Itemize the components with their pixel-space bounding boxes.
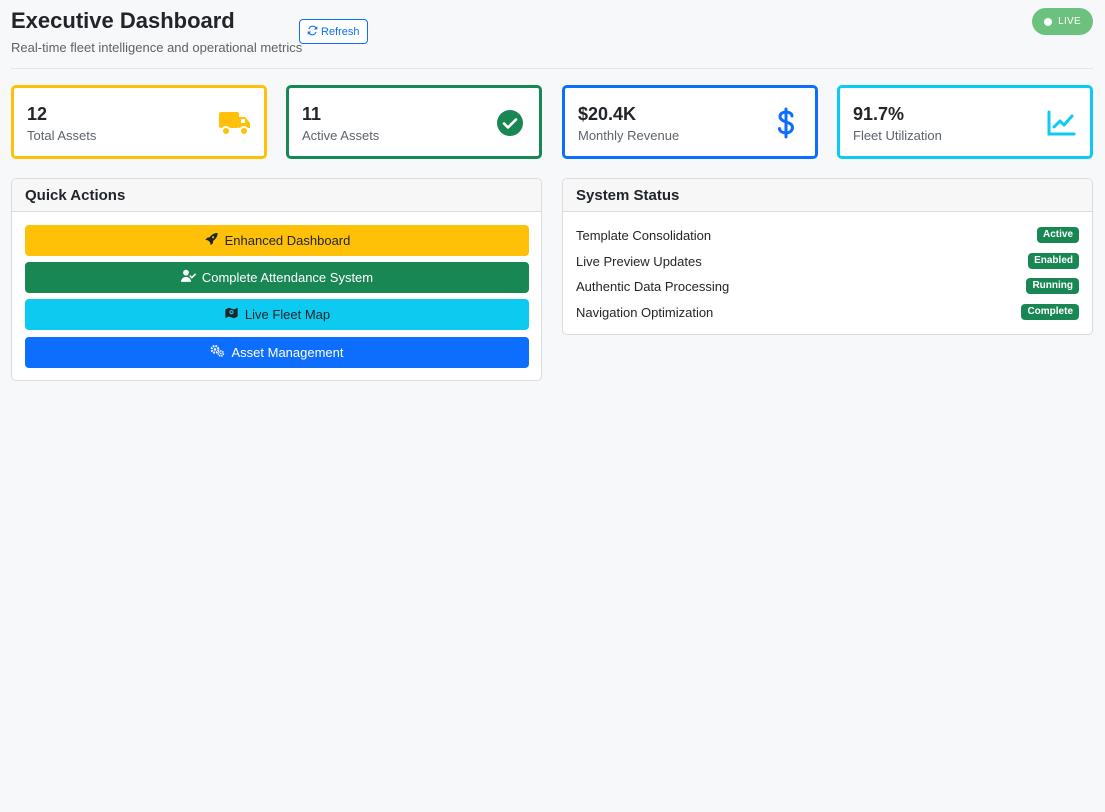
status-label: Authentic Data Processing: [576, 278, 730, 294]
page-title: Executive Dashboard: [11, 8, 235, 33]
status-label: Template Consolidation: [576, 227, 712, 243]
stat-value: $20.4K: [578, 104, 637, 124]
truck-icon: [218, 106, 252, 140]
status-row: Live Preview Updates Enabled: [576, 251, 1079, 271]
page-header: Executive Dashboard Real-time fleet inte…: [11, 8, 1093, 69]
system-status-panel: System Status Template Consolidation Act…: [562, 178, 1093, 335]
stat-card-fleet-utilization: 91.7% Fleet Utilization: [837, 85, 1093, 159]
status-row: Template Consolidation Active: [576, 225, 1079, 245]
user-check-icon: [180, 269, 196, 286]
live-status-badge: LIVE: [1032, 8, 1093, 35]
stat-value: 12: [27, 104, 48, 124]
dollar-icon: [769, 106, 803, 140]
stat-label: Monthly Revenue: [578, 128, 680, 143]
system-status-title: System Status: [563, 179, 1092, 212]
complete-attendance-system-label: Complete Attendance System: [201, 270, 374, 285]
stat-label: Fleet Utilization: [853, 128, 942, 143]
enhanced-dashboard-button[interactable]: Enhanced Dashboard: [25, 225, 529, 256]
stat-value: 11: [302, 104, 322, 124]
quick-actions-panel: Quick Actions Enhanced Dashboard Complet…: [11, 178, 542, 381]
asset-management-label: Asset Management: [231, 345, 344, 360]
live-label: LIVE: [1058, 16, 1081, 27]
enhanced-dashboard-label: Enhanced Dashboard: [224, 233, 351, 248]
stat-label: Active Assets: [302, 128, 380, 143]
live-dot-icon: [1044, 17, 1053, 26]
gears-icon: [210, 344, 225, 361]
status-row: Navigation Optimization Complete: [576, 302, 1079, 322]
asset-management-button[interactable]: Asset Management: [25, 337, 529, 368]
refresh-label: Refresh: [321, 25, 360, 38]
status-badge: Complete: [1021, 304, 1079, 320]
quick-actions-title: Quick Actions: [12, 179, 541, 212]
status-label: Navigation Optimization: [576, 304, 714, 320]
status-badge: Active: [1036, 227, 1079, 243]
page-subtitle: Real-time fleet intelligence and operati…: [11, 40, 303, 55]
status-badge: Enabled: [1028, 253, 1079, 269]
stat-card-monthly-revenue: $20.4K Monthly Revenue: [562, 85, 818, 159]
live-fleet-map-button[interactable]: Live Fleet Map: [25, 299, 529, 330]
stat-card-active-assets: 11 Active Assets: [286, 85, 542, 159]
refresh-button[interactable]: Refresh: [299, 19, 368, 44]
status-badge: Running: [1026, 278, 1079, 294]
stat-card-total-assets: 12 Total Assets: [11, 85, 267, 159]
stat-value: 91.7%: [853, 104, 905, 124]
check-circle-icon: [493, 106, 527, 140]
map-icon: [224, 306, 239, 323]
complete-attendance-system-button[interactable]: Complete Attendance System: [25, 262, 529, 293]
line-chart-icon: [1044, 106, 1078, 140]
stat-label: Total Assets: [27, 128, 97, 143]
rocket-icon: [204, 232, 219, 249]
status-label: Live Preview Updates: [576, 253, 702, 269]
refresh-icon: [307, 25, 318, 39]
status-row: Authentic Data Processing Running: [576, 276, 1079, 296]
live-fleet-map-label: Live Fleet Map: [244, 307, 331, 322]
